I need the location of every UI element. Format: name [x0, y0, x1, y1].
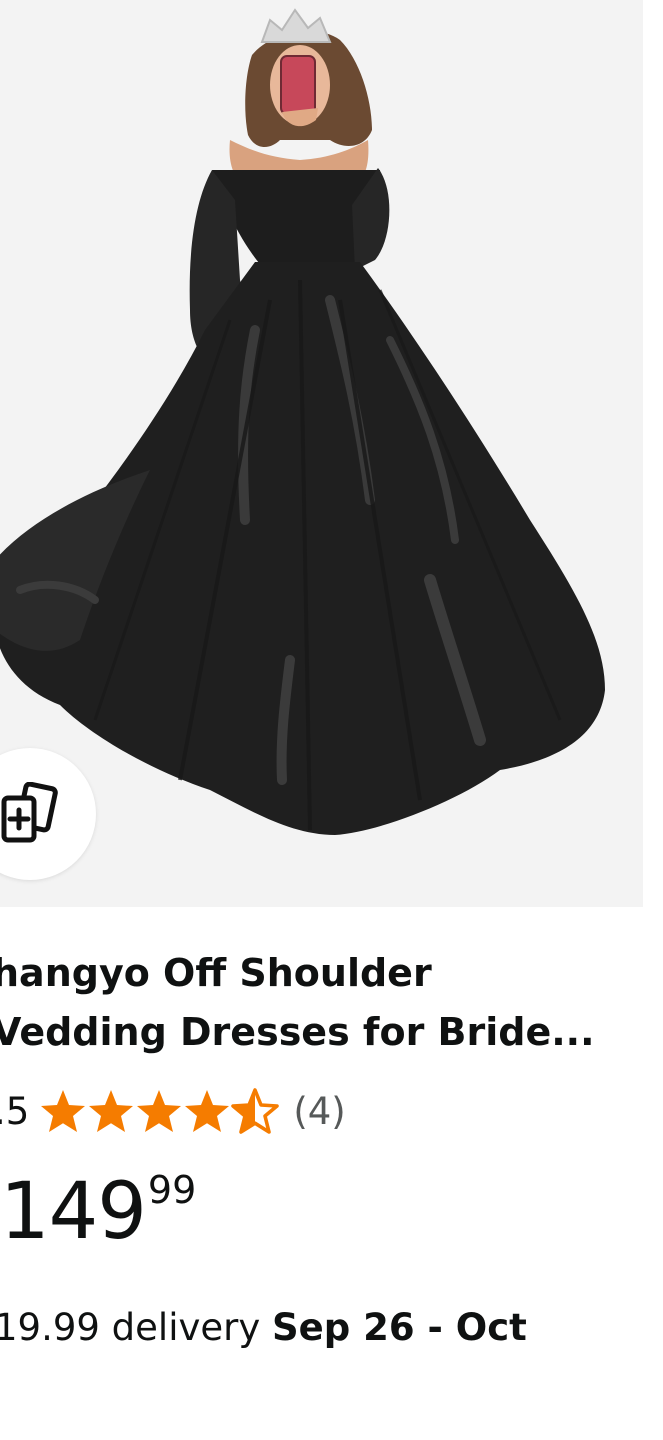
dress-image [0, 8, 605, 835]
price-fraction: 99 [147, 1168, 197, 1212]
star-icon [89, 1090, 134, 1132]
product-image[interactable] [0, 0, 643, 907]
rating-row[interactable]: .5 (4) [0, 1083, 346, 1139]
product-title-line-1[interactable]: hangyo Off Shoulder [0, 944, 632, 1003]
price: 149 99 [0, 1162, 196, 1262]
star-icon [185, 1090, 230, 1132]
product-title[interactable]: hangyo Off Shoulder Vedding Dresses for … [0, 944, 632, 1062]
delivery-info: 19.99 delivery Sep 26 - Oct [0, 1300, 527, 1356]
price-whole: 149 [0, 1167, 147, 1257]
star-icon [41, 1090, 86, 1132]
review-count[interactable]: (4) [293, 1090, 345, 1133]
delivery-prefix: 19.99 delivery [0, 1306, 273, 1349]
product-title-line-2[interactable]: Vedding Dresses for Bride... [0, 1003, 632, 1062]
star-rating[interactable] [39, 1088, 280, 1134]
delivery-dates: Sep 26 - Oct [272, 1306, 527, 1349]
card-gutter [643, 0, 663, 1440]
rating-value: .5 [0, 1089, 30, 1133]
product-card[interactable]: hangyo Off Shoulder Vedding Dresses for … [0, 0, 663, 1440]
half-star-icon [231, 1088, 280, 1134]
star-icon [137, 1090, 182, 1132]
add-to-compare-icon [1, 782, 58, 843]
